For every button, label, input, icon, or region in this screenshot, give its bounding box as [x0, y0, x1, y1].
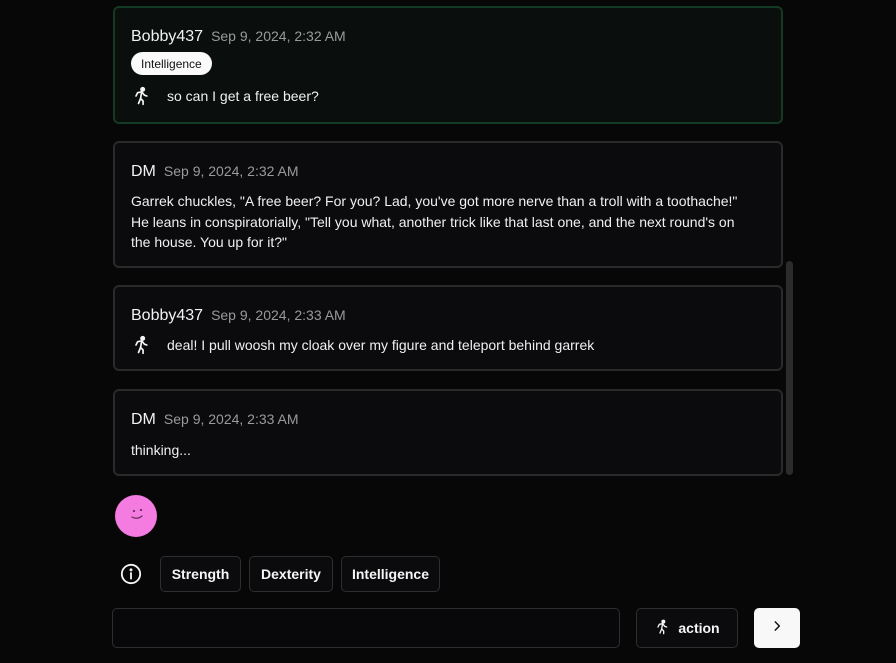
- avatar: [115, 495, 157, 537]
- running-person-icon: [131, 335, 151, 355]
- message-card: Bobby437 Sep 9, 2024, 2:33 AM deal! I pu…: [113, 285, 783, 371]
- message-author: Bobby437: [131, 307, 204, 324]
- message-text: deal! I pull woosh my cloak over my figu…: [167, 337, 595, 353]
- message-body: deal! I pull woosh my cloak over my figu…: [131, 335, 594, 355]
- skill-tag: Intelligence: [131, 52, 212, 75]
- message-timestamp: Sep 9, 2024, 2:32 AM: [163, 163, 299, 179]
- message-card: DM Sep 9, 2024, 2:33 AM thinking...: [113, 389, 783, 476]
- scrollbar-thumb[interactable]: [786, 261, 793, 475]
- message-card: DM Sep 9, 2024, 2:32 AM Garrek chuckles,…: [113, 141, 783, 268]
- action-label: action: [678, 620, 720, 636]
- message-text: thinking...: [131, 442, 191, 458]
- message-header: Bobby437 Sep 9, 2024, 2:33 AM: [131, 307, 346, 325]
- message-card: Bobby437 Sep 9, 2024, 2:32 AM Intelligen…: [113, 6, 783, 124]
- message-header: Bobby437 Sep 9, 2024, 2:32 AM: [131, 28, 346, 46]
- message-timestamp: Sep 9, 2024, 2:32 AM: [211, 28, 346, 44]
- message-author: DM: [131, 411, 156, 428]
- face-icon: [131, 508, 143, 519]
- message-header: DM Sep 9, 2024, 2:33 AM: [131, 411, 299, 429]
- strength-button[interactable]: Strength: [160, 556, 241, 592]
- message-timestamp: Sep 9, 2024, 2:33 AM: [211, 307, 346, 323]
- dexterity-button[interactable]: Dexterity: [249, 556, 333, 592]
- chat-input[interactable]: [112, 608, 620, 648]
- message-body: so can I get a free beer?: [131, 86, 319, 106]
- message-text: so can I get a free beer?: [167, 88, 319, 104]
- message-author: DM: [131, 163, 156, 180]
- action-button[interactable]: action: [636, 608, 738, 648]
- message-timestamp: Sep 9, 2024, 2:33 AM: [163, 411, 299, 427]
- info-icon[interactable]: [120, 563, 142, 585]
- running-person-icon: [131, 86, 151, 106]
- intelligence-button[interactable]: Intelligence: [341, 556, 440, 592]
- message-header: DM Sep 9, 2024, 2:32 AM: [131, 163, 299, 181]
- message-author: Bobby437: [131, 28, 204, 45]
- message-text: Garrek chuckles, "A free beer? For you? …: [131, 193, 738, 250]
- running-person-icon: [654, 619, 670, 638]
- send-button[interactable]: [754, 608, 800, 648]
- chevron-right-icon: [770, 619, 784, 638]
